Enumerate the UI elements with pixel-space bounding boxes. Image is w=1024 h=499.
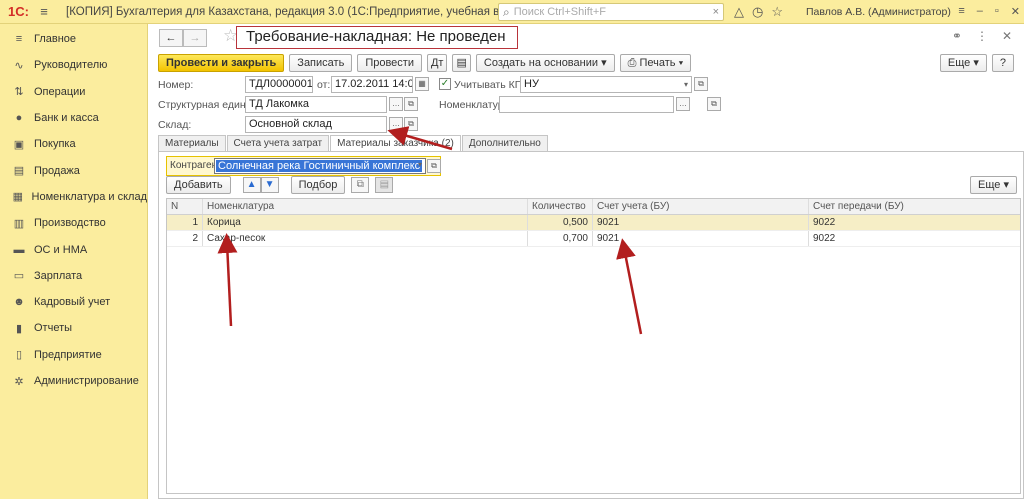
history-icon[interactable]: ◷ [752,4,763,20]
main-menu-icon[interactable]: ≡ [34,4,54,19]
sidebar-item[interactable]: ▮ Отчеты [0,315,147,341]
sidebar-item-label: Номенклатура и склад [31,190,147,203]
sidebar-item-label: Зарплата [34,269,83,282]
sidebar-item[interactable]: ∿ Руководителю [0,52,147,78]
factory-icon: ▥ [13,217,25,230]
operations-icon: ⇅ [14,86,24,99]
app-title: [КОПИЯ] Бухгалтерия для Казахстана, реда… [66,5,535,18]
sidebar-item[interactable]: ▬ ОС и НМА [0,236,147,262]
cart-icon: ▣ [13,138,25,151]
sidebar-item-label: Отчеты [34,322,73,335]
sidebar-item-label: Администрирование [34,375,139,387]
app-logo: 1С: [8,4,29,19]
menu-icon: ≡ [15,33,23,46]
search-icon: ⌕ [503,4,510,19]
sidebar-item[interactable]: ▯ Предприятие [0,342,147,368]
app-topbar: 1С: ≡ [КОПИЯ] Бухгалтерия для Казахстана… [0,0,1024,24]
enterprise-icon: ▯ [15,349,23,362]
bank-icon: ● [15,112,23,125]
sidebar-item[interactable]: ☻ Кадровый учет [0,289,147,315]
search-placeholder: Поиск Ctrl+Shift+F [513,6,606,18]
arrow-to-account [616,238,643,335]
people-icon: ☻ [13,296,25,309]
sidebar-item-label: ОС и НМА [34,243,88,256]
arrow-to-tab [387,126,453,151]
annotation-arrows [217,126,643,335]
clear-search-icon[interactable]: × [713,6,719,18]
close-icon[interactable]: ✕ [1011,5,1020,18]
sidebar-item[interactable]: ▣ Покупка [0,131,147,157]
sidebar-item-label: Операции [34,85,86,98]
sale-icon: ▤ [13,165,25,178]
notifications-icon[interactable]: △ [734,4,744,20]
sidebar-item[interactable]: ▦ Номенклатура и склад [0,184,147,210]
sidebar-item[interactable]: ▥ Производство [0,210,147,236]
sidebar-item[interactable]: ▭ Зарплата [0,263,147,289]
arrow-to-nomenclature [217,233,238,327]
reports-icon: ▮ [15,322,23,335]
restore-icon[interactable]: ▫ [995,5,999,18]
search-input[interactable]: ⌕ Поиск Ctrl+Shift+F × [498,3,724,21]
assets-icon: ▬ [13,243,25,256]
sections-panel: ≡ Главное ∿ Руководителю ⇅ Операции ● Банк и ка… [0,24,148,499]
gear-icon: ✲ [14,375,24,388]
sidebar-item[interactable]: ▤ Продажа [0,157,147,183]
sidebar-item-label: Кадровый учет [34,296,111,309]
minimize-icon[interactable]: – [977,5,983,18]
sidebar-item[interactable]: ● Банк и касса [0,105,147,131]
sidebar-item[interactable]: ✲ Администрирование [0,368,147,394]
sidebar-item-label: Продажа [34,164,80,177]
sidebar-item-label: Производство [34,217,106,230]
favorites-icon[interactable]: ☆ [771,4,783,20]
settings-icon[interactable]: ≡ [958,5,964,18]
sidebar-item[interactable]: ⇅ Операции [0,79,147,105]
sidebar-item[interactable]: ≡ Главное [0,26,147,52]
sidebar-item-label: Покупка [34,138,76,151]
sidebar-item-label: Банк и касса [34,112,99,125]
salary-icon: ▭ [13,270,25,283]
sidebar-item-label: Главное [34,33,77,46]
sidebar-item-label: Предприятие [34,348,102,361]
document-form: ← → ☆ Требование-накладная: Не проведен … [149,24,1024,499]
sidebar-item-label: Руководителю [34,59,108,72]
chart-icon: ∿ [14,59,24,72]
warehouse-icon: ▦ [12,191,23,204]
current-user[interactable]: Павлов А.В. (Администратор) [806,6,951,18]
